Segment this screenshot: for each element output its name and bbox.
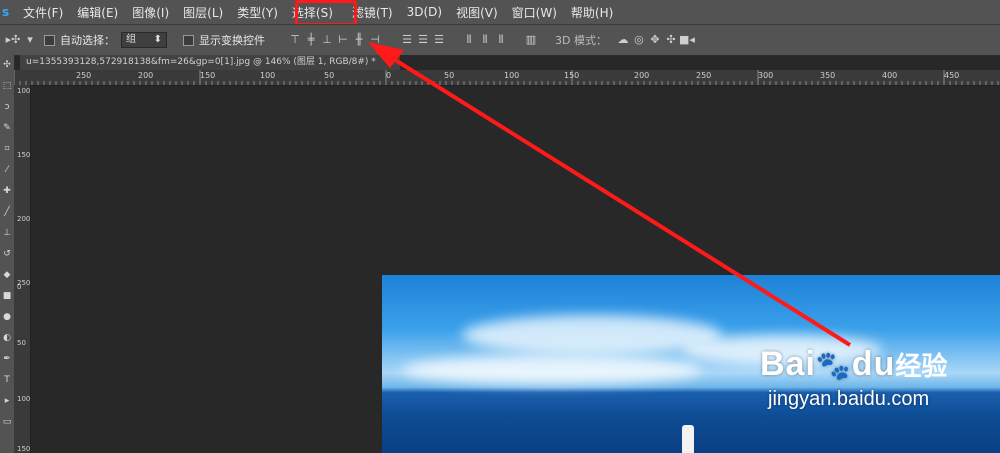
tools-panel: ✣ ⬚ ↄ ✎ ⌗ ⁄ ✚ ╱ ⊥ ↺ ◆ ■ ● ◐ ✒ T ▸ ▭	[0, 55, 15, 453]
menu-view[interactable]: 视图(V)	[449, 4, 505, 21]
baidu-watermark: Bai🐾du经验 jingyan.baidu.com	[760, 345, 948, 410]
auto-select-checkbox[interactable]	[44, 34, 55, 46]
ruler-h-label: 250	[76, 71, 92, 80]
menu-help[interactable]: 帮助(H)	[564, 4, 620, 21]
camera-3d-icon[interactable]: ■◂	[679, 33, 695, 47]
show-transform-checkbox[interactable]	[183, 34, 194, 46]
horizontal-ruler: 250 200 150 100 50 0 50 100 150 200 250 …	[14, 70, 1000, 86]
ruler-h-label: 150	[564, 71, 580, 80]
auto-select-dropdown[interactable]: 组 ⬍	[121, 32, 167, 48]
ruler-h-label: 100	[504, 71, 520, 80]
ruler-v-label: 200	[17, 215, 31, 223]
align-bottom-icon[interactable]: ⊥	[319, 33, 335, 47]
auto-select-value: 组	[126, 34, 136, 45]
menu-layer[interactable]: 图层(L)	[176, 4, 230, 21]
healing-brush-icon[interactable]: ✚	[0, 181, 14, 202]
ruler-h-label: 200	[138, 71, 154, 80]
menu-edit[interactable]: 编辑(E)	[70, 4, 125, 21]
paw-logo-icon: 🐾	[815, 350, 852, 381]
ruler-v-label: 150	[17, 151, 31, 159]
menu-image[interactable]: 图像(I)	[125, 4, 176, 21]
ruler-h-label: 450	[944, 71, 960, 80]
align-hcenter-icon[interactable]: ╫	[351, 33, 367, 47]
document-tab-title: u=1355393128,572918138&fm=26&gp=0[1].jpg…	[26, 57, 376, 67]
ruler-h-label: 50	[324, 71, 335, 80]
quick-select-icon[interactable]: ✎	[0, 118, 14, 139]
vertical-ruler: 100 150 200 250 0 50 100 150	[14, 85, 31, 453]
ruler-v-label: 100	[17, 395, 31, 403]
auto-align-icon[interactable]: ▥	[523, 33, 539, 47]
menu-window[interactable]: 窗口(W)	[505, 4, 564, 21]
align-right-icon[interactable]: ⊣	[367, 33, 383, 47]
ruler-v-label: 0	[17, 283, 22, 291]
menu-3d[interactable]: 3D(D)	[400, 5, 449, 19]
move-tool-icon[interactable]: ▸✣	[0, 33, 26, 47]
distribute-bottom-icon[interactable]: ☰	[431, 33, 447, 47]
ruler-h-label: 300	[758, 71, 774, 80]
lasso-icon[interactable]: ↄ	[0, 97, 14, 118]
align-vcenter-icon[interactable]: ╪	[303, 33, 319, 47]
move-icon[interactable]: ✣	[0, 55, 14, 76]
menu-type[interactable]: 类型(Y)	[230, 4, 285, 21]
distribute-hcenter-icon[interactable]: ⦀	[477, 33, 493, 47]
marquee-icon[interactable]: ⬚	[0, 76, 14, 97]
ruler-v-label: 50	[17, 339, 26, 347]
eyedropper-icon[interactable]: ⁄	[0, 160, 14, 181]
distribute-top-icon[interactable]: ☰	[399, 33, 415, 47]
app-logo: s	[2, 5, 10, 19]
dodge-icon[interactable]: ◐	[0, 328, 14, 349]
ruler-h-label: 350	[820, 71, 836, 80]
ruler-h-label: 200	[634, 71, 650, 80]
ruler-v-label: 150	[17, 445, 31, 453]
brush-icon[interactable]: ╱	[0, 202, 14, 223]
drag-3d-icon[interactable]: ✥	[647, 33, 663, 47]
path-select-icon[interactable]: ▸	[0, 391, 14, 412]
close-icon[interactable]: ×	[387, 57, 395, 67]
rotate-3d-icon[interactable]: ☁	[615, 33, 631, 47]
distribute-left-icon[interactable]: ⦀	[461, 33, 477, 47]
roll-3d-icon[interactable]: ◎	[631, 33, 647, 47]
filter-menu-highlight	[295, 0, 357, 26]
boat-bow	[682, 425, 694, 453]
ruler-h-label: 100	[260, 71, 276, 80]
align-left-icon[interactable]: ⊢	[335, 33, 351, 47]
ruler-h-label: 150	[200, 71, 216, 80]
slide-3d-icon[interactable]: ✣	[663, 33, 679, 47]
auto-select-label: 自动选择：	[60, 34, 115, 47]
ruler-h-label: 400	[882, 71, 898, 80]
chevron-updown-icon: ⬍	[153, 34, 162, 45]
cloud	[402, 355, 702, 385]
options-bar: ▸✣ ▾ 自动选择： 组 ⬍ 显示变换控件 ⊤ ╪ ⊥ ⊢ ╫ ⊣ ☰ ☰ ☰ ⦀…	[0, 24, 1000, 56]
watermark-cn: 经验	[895, 352, 948, 382]
stamp-icon[interactable]: ⊥	[0, 223, 14, 244]
shape-icon[interactable]: ▭	[0, 412, 14, 433]
ruler-h-label: 50	[444, 71, 455, 80]
watermark-brand: Bai	[760, 345, 816, 383]
crop-icon[interactable]: ⌗	[0, 139, 14, 160]
pen-icon[interactable]: ✒	[0, 349, 14, 370]
watermark-brand-2: du	[851, 345, 896, 383]
distribute-vcenter-icon[interactable]: ☰	[415, 33, 431, 47]
ruler-v-label: 100	[17, 87, 31, 95]
eraser-icon[interactable]: ◆	[0, 265, 14, 286]
align-top-icon[interactable]: ⊤	[287, 33, 303, 47]
show-transform-label: 显示变换控件	[199, 34, 265, 47]
watermark-url: jingyan.baidu.com	[768, 388, 930, 410]
type-icon[interactable]: T	[0, 370, 14, 391]
mode-3d-label: 3D 模式：	[555, 34, 607, 47]
menu-bar: s 文件(F) 编辑(E) 图像(I) 图层(L) 类型(Y) 选择(S) 滤镜…	[0, 0, 1000, 24]
menu-file[interactable]: 文件(F)	[16, 4, 70, 21]
tool-preset-dropdown-icon[interactable]: ▾	[26, 33, 34, 47]
blur-icon[interactable]: ●	[0, 307, 14, 328]
ruler-h-label: 250	[696, 71, 712, 80]
history-brush-icon[interactable]: ↺	[0, 244, 14, 265]
gradient-icon[interactable]: ■	[0, 286, 14, 307]
document-tab[interactable]: u=1355393128,572918138&fm=26&gp=0[1].jpg…	[20, 55, 401, 70]
distribute-right-icon[interactable]: ⦀	[493, 33, 509, 47]
ruler-h-label: 0	[386, 71, 392, 80]
